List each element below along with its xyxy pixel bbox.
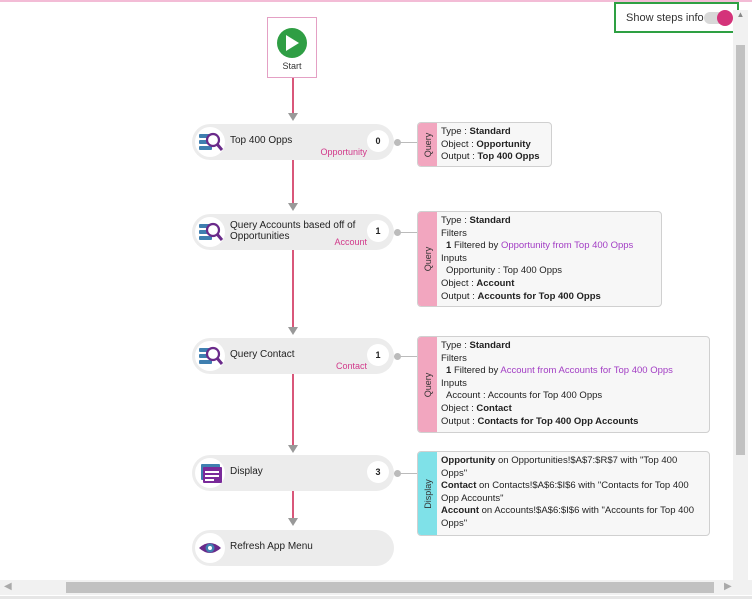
step-info-card-query-accounts: Query Type : Standard Filters 1 Filtered… [417,211,662,307]
connector [292,491,294,519]
info-link-dot [394,470,401,477]
toggle-knob [717,10,733,26]
card-key: Object : [441,277,474,289]
card-key: Type : [441,340,467,351]
show-steps-info-toggle[interactable] [704,10,733,26]
card-type-label: Query [422,246,433,272]
card-key: Output : [441,415,475,427]
vertical-scroll-thumb[interactable] [736,45,745,455]
step-display[interactable]: Display 3 [192,455,394,491]
step-count-badge: 0 [367,130,389,152]
filter-text: Filtered by [453,240,499,252]
step-info-card-top-400-opps: Query Type : Standard Object : Opportuni… [417,122,552,167]
vertical-scrollbar[interactable]: ▲ [733,10,748,580]
card-filters-heading: Filters [441,352,467,364]
step-title: Top 400 Opps [230,135,293,146]
card-type-label: Display [422,478,433,509]
card-type-label: Query [422,132,433,157]
info-link-dot [394,353,401,360]
filter-text: Filtered by [453,365,499,377]
connector [292,374,294,446]
step-title: Query Contact [230,349,295,360]
step-count-badge: 1 [367,344,389,366]
card-value: Standard [469,215,511,226]
play-icon [277,28,307,58]
card-key: Type : [441,126,467,137]
display-range: on Accounts!$A$6:$I$6 with "Accounts for… [441,505,694,529]
step-top-400-opps[interactable]: Top 400 Opps Opportunity 0 [192,124,394,160]
card-value: Top 400 Opps [477,151,540,163]
card-key: Output : [441,151,475,163]
step-count-badge: 3 [367,461,389,483]
arrow-down-icon [288,445,298,453]
scroll-up-arrow-icon[interactable]: ▲ [733,10,748,22]
info-link-dot [394,139,401,146]
filter-number: 1 [446,365,452,377]
card-input-line: Opportunity : Top 400 Opps [446,265,563,277]
card-inputs-heading: Inputs [441,252,467,264]
card-type-band: Query [418,123,437,166]
card-type-band: Query [418,212,437,306]
card-type-band: Display [418,452,437,535]
step-query-contact[interactable]: Query Contact Contact 1 [192,338,394,374]
arrow-down-icon [288,203,298,211]
step-query-accounts[interactable]: Query Accounts based off of Opportunitie… [192,214,394,250]
database-search-icon [195,217,225,247]
filter-source-link[interactable]: Opportunity from Top 400 Opps [501,240,633,251]
step-subtitle: Opportunity [320,147,367,157]
database-search-icon [195,341,225,371]
step-title: Display [230,466,263,477]
card-type-band: Query [418,337,437,432]
card-value: Opportunity [476,138,531,150]
card-type-label: Query [422,372,433,397]
show-steps-info-control: Show steps info [614,2,739,33]
step-info-card-query-contact: Query Type : Standard Filters 1 Filtered… [417,336,710,433]
display-range: on Contacts!$A$6:$I$6 with "Contacts for… [441,480,689,504]
arrow-down-icon [288,518,298,526]
card-input-line: Account : Accounts for Top 400 Opps [446,390,603,402]
arrow-down-icon [288,327,298,335]
horizontal-scrollbar[interactable]: ◀ ▶ [0,580,752,595]
show-steps-info-label: Show steps info [626,11,704,24]
card-value: Standard [469,340,511,351]
display-object: Contact [441,480,477,492]
card-value: Standard [469,126,511,137]
info-link-dot [394,229,401,236]
step-title: Refresh App Menu [230,541,313,552]
start-label: Start [282,61,302,71]
card-value: Contacts for Top 400 Opp Accounts [477,415,639,427]
arrow-down-icon [288,113,298,121]
connector [292,250,294,328]
step-count-badge: 1 [367,220,389,242]
card-key: Output : [441,290,475,302]
scroll-left-arrow-icon[interactable]: ◀ [4,581,12,592]
database-search-icon [195,127,225,157]
start-node[interactable]: Start [267,17,317,78]
step-subtitle: Contact [335,361,367,371]
horizontal-scroll-thumb[interactable] [66,582,714,593]
step-refresh-app-menu[interactable]: Refresh App Menu [192,530,394,566]
display-object: Opportunity [441,455,496,466]
step-subtitle: Account [334,237,367,247]
card-value: Account [476,277,515,289]
filter-source-link[interactable]: Account from Accounts for Top 400 Opps [500,365,673,376]
connector [292,78,294,114]
filter-number: 1 [446,240,452,252]
card-value: Accounts for Top 400 Opps [477,290,601,302]
card-key: Object : [441,402,474,414]
step-info-card-display: Display Opportunity on Opportunities!$A$… [417,451,710,536]
card-key: Type : [441,215,467,226]
display-object: Account [441,505,479,517]
card-key: Object : [441,138,474,150]
eye-icon [195,533,225,563]
card-filters-heading: Filters [441,227,467,239]
scroll-right-arrow-icon[interactable]: ▶ [724,581,732,592]
card-value: Contact [476,402,512,414]
card-inputs-heading: Inputs [441,377,467,389]
connector [292,160,294,204]
display-window-icon [195,458,225,488]
